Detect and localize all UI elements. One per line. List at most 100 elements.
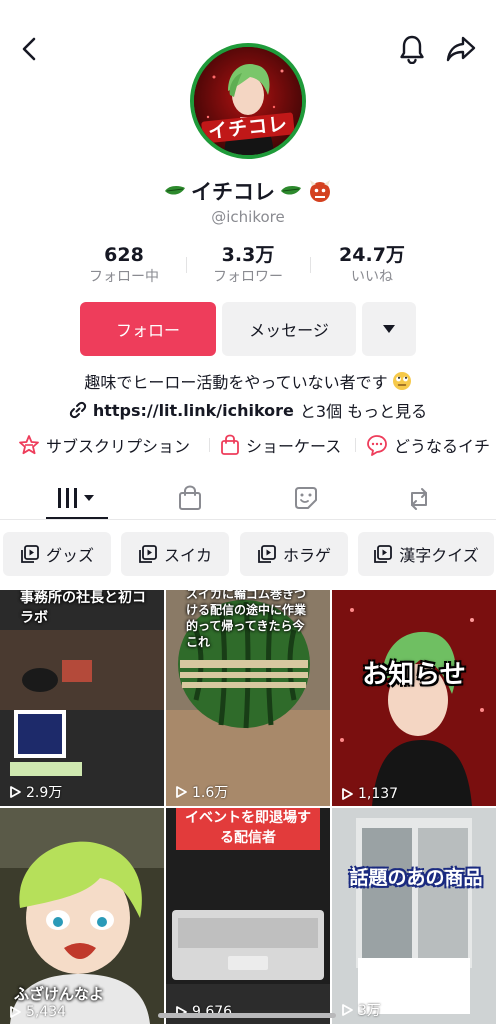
playlist-icon [139, 545, 157, 563]
bio-link[interactable]: https://lit.link/ichikore [93, 401, 294, 420]
suggested-accounts-button[interactable] [362, 302, 416, 356]
feature-divider [209, 438, 210, 452]
video-grid: 事務所の社長と初コラボ 2.9万 スイカに輪ゴム巻きつける配信の途中に作業的って… [0, 590, 496, 1024]
thumbnail-image [332, 590, 496, 806]
tab-favorites[interactable] [244, 476, 368, 520]
notification-bell-button[interactable] [396, 32, 428, 66]
thumbnail-image [332, 808, 496, 1024]
view-count: 1.6万 [174, 782, 228, 802]
video-thumbnail[interactable]: 話題のあの商品 3万 [332, 808, 496, 1024]
playlist-chip[interactable]: ホラゲ [240, 532, 348, 576]
bell-icon [400, 35, 424, 64]
play-icon [10, 1006, 21, 1018]
question-bubble-icon [367, 435, 387, 456]
playlist-chip[interactable]: グッズ [3, 532, 111, 576]
stat-divider [186, 257, 187, 273]
chevron-left-icon [22, 37, 36, 61]
stat-divider [310, 257, 311, 273]
profile-nickname: イチコレ [191, 180, 275, 204]
profile-avatar[interactable]: イチコレ [190, 43, 306, 159]
content-tabs [0, 476, 496, 520]
message-button[interactable]: メッセージ [222, 302, 356, 356]
video-caption: スイカに輪ゴム巻きつける配信の途中に作業的って帰ってきたら今これ [186, 590, 307, 649]
view-count-text: 1,137 [358, 786, 399, 802]
view-count: 2.9万 [8, 782, 62, 802]
bio-text: 趣味でヒーロー活動をやっていない者です [84, 373, 388, 392]
play-icon [10, 786, 21, 798]
feature-showcase[interactable]: ショーケース [220, 430, 341, 460]
video-caption: お知らせ [362, 660, 466, 690]
video-caption: イベントを即退場する配信者 [176, 808, 320, 850]
repost-icon [411, 488, 427, 510]
video-caption: 話題のあの商品 [349, 867, 483, 889]
playlist-chips: グッズ スイカ ホラゲ 漢字クイズ [0, 532, 496, 576]
stat-value: 24.7万 [339, 244, 405, 266]
playlist-chip[interactable]: スイカ [121, 532, 229, 576]
feature-label: ショーケース [246, 437, 342, 456]
video-thumbnail[interactable]: イベントを即退場する配信者 9,676 [166, 808, 330, 1024]
profile-username: @ichikore [211, 208, 285, 226]
tab-shop[interactable] [128, 476, 252, 520]
stat-value: 3.3万 [221, 244, 275, 266]
video-caption: ふざけんなよ [14, 985, 105, 1003]
view-count-text: 2.9万 [26, 785, 63, 801]
leaf-emoji-icon [165, 186, 185, 195]
view-count-text: 3万 [358, 1003, 381, 1019]
playlist-icon [374, 545, 393, 563]
grid-icon [58, 488, 94, 508]
stat-value: 628 [104, 244, 144, 266]
ogre-emoji-icon [310, 180, 330, 202]
view-count-text: 1.6万 [192, 785, 229, 801]
active-tab-indicator [46, 517, 108, 519]
playlist-label: スイカ [163, 546, 212, 565]
feature-question[interactable]: どうなるイチ [366, 430, 490, 460]
play-icon [176, 786, 187, 798]
bio-link-row[interactable]: https://lit.link/ichikore と3個 もっと見る [0, 398, 496, 422]
playlist-icon [21, 545, 39, 563]
profile-actions: フォロー メッセージ [0, 302, 496, 356]
home-indicator [158, 1013, 336, 1018]
share-arrow-icon [446, 36, 476, 62]
feature-divider [355, 438, 356, 452]
profile-bio: 趣味でヒーロー活動をやっていない者です [0, 369, 496, 393]
stat-followers[interactable]: 3.3万 フォロワー [200, 243, 296, 287]
stat-following[interactable]: 628 フォロー中 [76, 243, 172, 287]
video-thumbnail[interactable]: お知らせ 1,137 [332, 590, 496, 806]
tab-reposts[interactable] [357, 476, 481, 520]
stat-likes[interactable]: 24.7万 いいね [324, 243, 420, 287]
play-icon [342, 1004, 353, 1016]
play-icon [342, 788, 353, 800]
feature-label: サブスクリプション [46, 437, 191, 456]
playlist-chip[interactable]: 漢字クイズ [358, 532, 494, 576]
view-count: 1,137 [340, 786, 398, 802]
view-count-text: 5,434 [26, 1004, 67, 1020]
video-thumbnail[interactable]: 事務所の社長と初コラボ 2.9万 [0, 590, 164, 806]
back-button[interactable] [14, 34, 44, 64]
sticker-icon [295, 487, 317, 509]
follow-button[interactable]: フォロー [80, 302, 216, 356]
bio-link-more[interactable]: と3個 もっと見る [300, 398, 427, 422]
stat-label: フォロワー [213, 269, 283, 285]
shopping-bag-icon [221, 434, 239, 455]
stat-label: いいね [351, 269, 393, 285]
feature-subscription[interactable]: サブスクリプション [18, 430, 190, 460]
rolling-eyes-emoji-icon [392, 372, 411, 390]
leaf-emoji-icon [281, 186, 301, 195]
playlist-label: ホラゲ [282, 546, 331, 565]
video-caption: 事務所の社長と初コラボ [20, 590, 146, 626]
bag-icon [179, 485, 201, 510]
feature-row: サブスクリプション ショーケース どうなるイチ [0, 430, 496, 460]
video-thumbnail[interactable]: スイカに輪ゴム巻きつける配信の途中に作業的って帰ってきたら今これ 1.6万 [166, 590, 330, 806]
share-button[interactable] [444, 33, 478, 65]
view-count: 3万 [340, 1000, 381, 1020]
playlist-icon [258, 545, 276, 563]
playlist-label: グッズ [45, 546, 94, 565]
stat-label: フォロー中 [89, 269, 159, 285]
profile-stats: 628 フォロー中 3.3万 フォロワー 24.7万 いいね [0, 243, 496, 289]
nickname-row: イチコレ [0, 176, 496, 206]
view-count: 5,434 [8, 1004, 66, 1020]
video-thumbnail[interactable]: ふざけんなよ 5,434 [0, 808, 164, 1024]
playlist-label: 漢字クイズ [399, 546, 479, 565]
link-icon [69, 401, 86, 419]
tab-videos[interactable] [15, 476, 139, 520]
